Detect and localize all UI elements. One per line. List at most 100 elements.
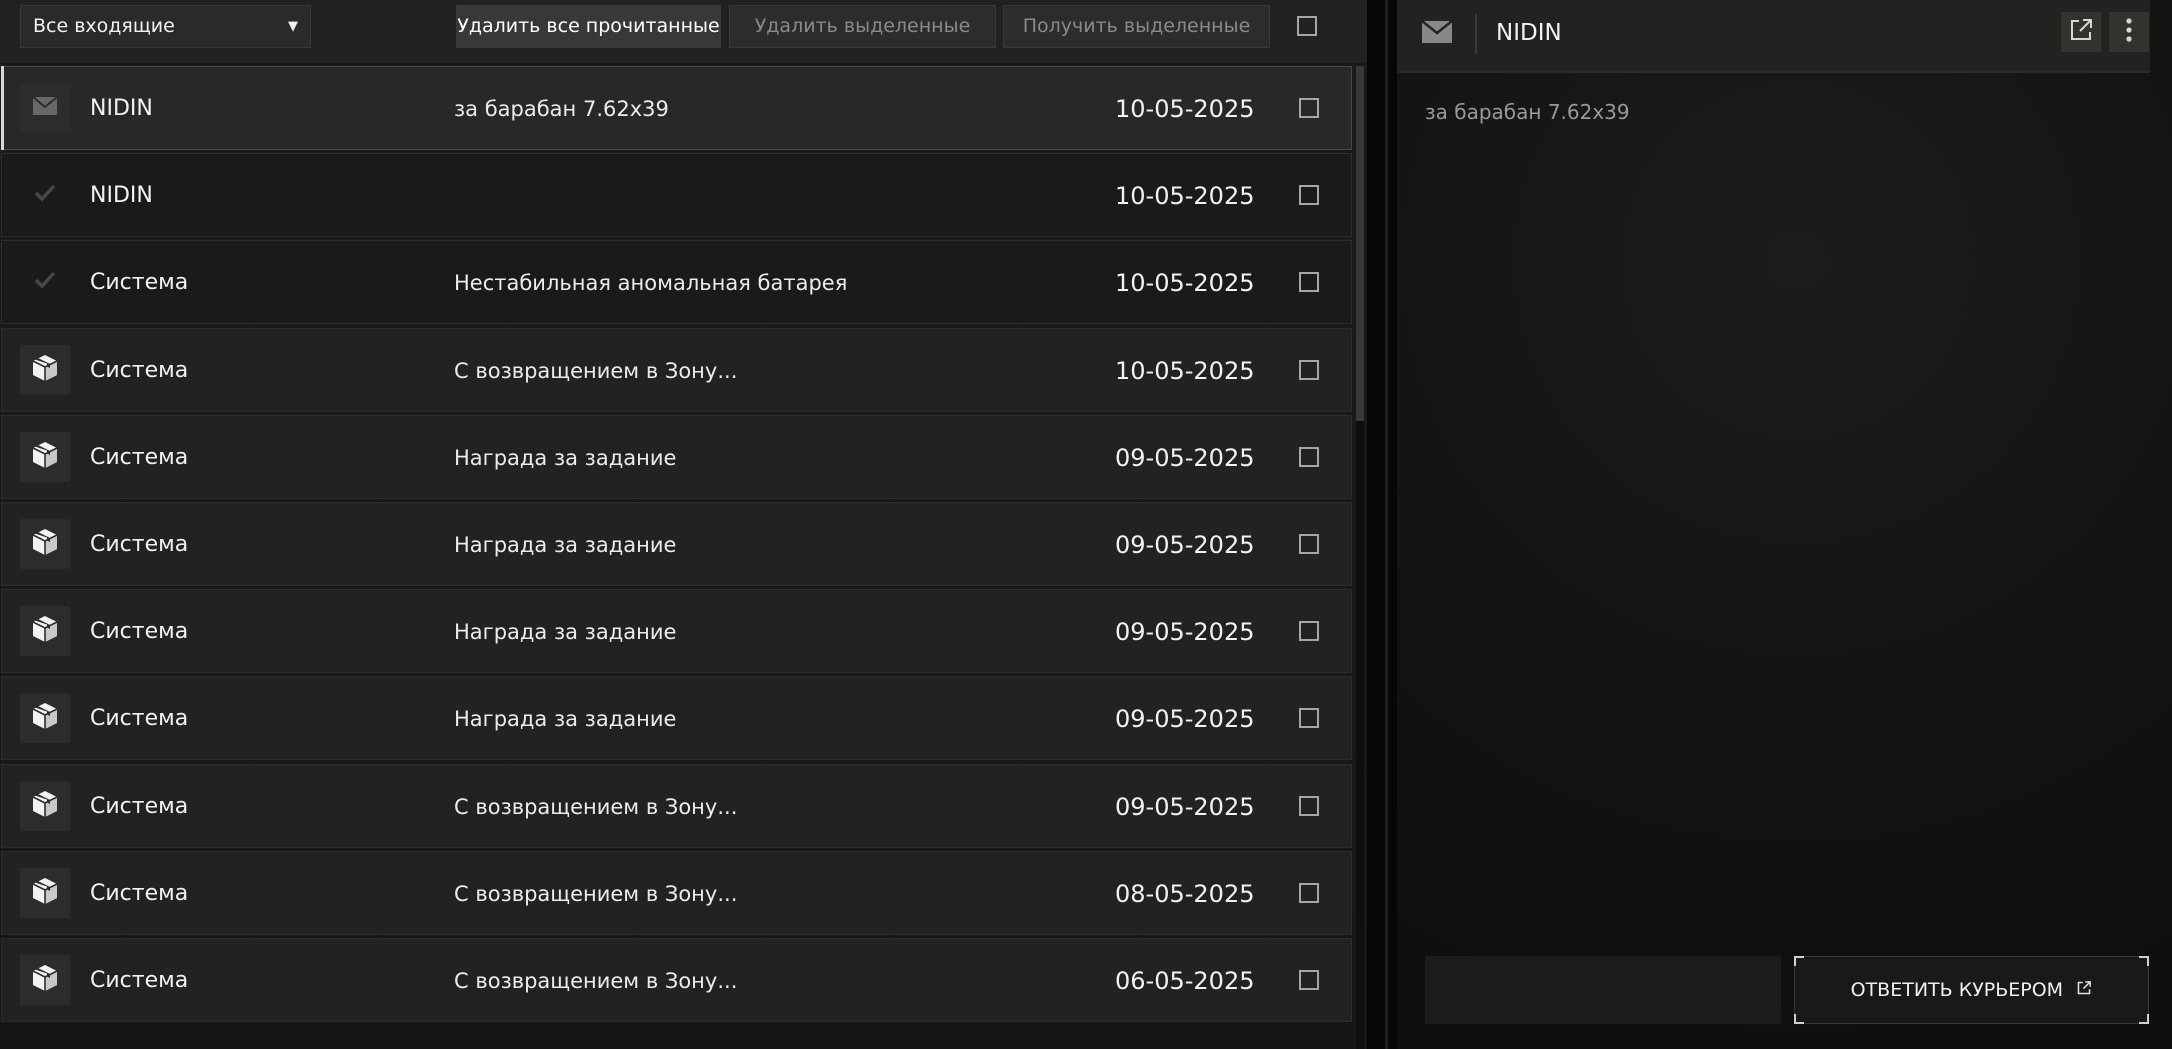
message-checkbox[interactable] — [1299, 796, 1319, 816]
panel-divider — [1367, 0, 1397, 1049]
message-date: 09-05-2025 — [1115, 531, 1255, 559]
message-subject: за барабан 7.62x39 — [454, 97, 669, 121]
message-row[interactable]: Система С возвращением в Зону... 08-05-202… — [1, 851, 1352, 935]
message-row[interactable]: Система С возвращением в Зону... 10-05-202… — [1, 328, 1352, 412]
row-icon-box — [20, 781, 70, 831]
message-row[interactable]: Система С возвращением в Зону... 09-05-202… — [1, 764, 1352, 848]
message-checkbox[interactable] — [1299, 447, 1319, 467]
envelope-icon — [32, 96, 58, 120]
message-row[interactable]: Система Награда за задание 09-05-2025 — [1, 589, 1352, 673]
open-external-button[interactable] — [2061, 12, 2101, 52]
reply-courier-button[interactable]: ОТВЕТИТЬ КУРЬЕРОМ — [1794, 956, 2149, 1024]
message-sender: NIDIN — [90, 96, 153, 121]
message-row[interactable]: Система Награда за задание 09-05-2025 — [1, 415, 1352, 499]
filter-dropdown[interactable]: Все входящие ▼ — [20, 5, 311, 48]
inbox-panel: Все входящие ▼ Удалить все прочитанные У… — [0, 0, 1367, 1049]
reader-sender: NIDIN — [1496, 20, 1562, 46]
message-subject: С возвращением в Зону... — [454, 795, 738, 819]
message-checkbox[interactable] — [1299, 272, 1319, 292]
row-icon-box — [20, 170, 70, 220]
message-checkbox[interactable] — [1299, 360, 1319, 380]
message-subject: Награда за задание — [454, 446, 677, 470]
message-sender: Система — [90, 532, 189, 557]
message-date: 10-05-2025 — [1115, 95, 1255, 123]
message-sender: Система — [90, 794, 189, 819]
package-icon — [30, 701, 60, 735]
message-date: 09-05-2025 — [1115, 444, 1255, 472]
message-body: за барабан 7.62x39 — [1425, 100, 1630, 124]
message-sender: Система — [90, 706, 189, 731]
delete-selected-button[interactable]: Удалить выделенные — [729, 5, 996, 48]
package-icon — [30, 527, 60, 561]
package-icon — [30, 789, 60, 823]
filter-dropdown-value: Все входящие — [33, 15, 175, 37]
message-row[interactable]: Система Награда за задание 09-05-2025 — [1, 676, 1352, 760]
message-checkbox[interactable] — [1299, 970, 1319, 990]
message-date: 10-05-2025 — [1115, 182, 1255, 210]
message-subject: Нестабильная аномальная батарея — [454, 271, 848, 295]
inbox-toolbar: Все входящие ▼ Удалить все прочитанные У… — [0, 0, 1367, 62]
list-scrollbar[interactable] — [1356, 66, 1364, 1049]
message-subject: С возвращением в Зону... — [454, 969, 738, 993]
receive-selected-button[interactable]: Получить выделенные — [1003, 5, 1270, 48]
reader-header: NIDIN — [1397, 0, 2150, 73]
row-icon-box — [20, 519, 70, 569]
row-icon-box — [20, 432, 70, 482]
row-icon-box — [20, 868, 70, 918]
message-subject: С возвращением в Зону... — [454, 359, 738, 383]
message-date: 08-05-2025 — [1115, 880, 1255, 908]
message-checkbox[interactable] — [1299, 534, 1319, 554]
message-date: 10-05-2025 — [1115, 269, 1255, 297]
row-icon-box — [20, 955, 70, 1005]
package-icon — [30, 440, 60, 474]
package-icon — [30, 353, 60, 387]
message-subject: Награда за задание — [454, 620, 677, 644]
package-icon — [30, 876, 60, 910]
list-scrollbar-thumb[interactable] — [1356, 66, 1364, 421]
message-date: 06-05-2025 — [1115, 967, 1255, 995]
package-icon — [30, 614, 60, 648]
select-all-checkbox[interactable] — [1297, 16, 1317, 36]
panel-divider-line — [1385, 0, 1388, 1049]
row-icon-box — [20, 83, 70, 133]
message-row[interactable]: NIDIN за барабан 7.62x39 10-05-2025 — [1, 66, 1352, 150]
message-row[interactable]: Система Награда за задание 09-05-2025 — [1, 502, 1352, 586]
reply-courier-label: ОТВЕТИТЬ КУРЬЕРОМ — [1850, 979, 2064, 1001]
message-row[interactable]: NIDIN 10-05-2025 — [1, 153, 1352, 237]
message-sender: Система — [90, 619, 189, 644]
row-icon-box — [20, 257, 70, 307]
message-checkbox[interactable] — [1299, 185, 1319, 205]
message-checkbox[interactable] — [1299, 98, 1319, 118]
row-icon-box — [20, 606, 70, 656]
message-sender: NIDIN — [90, 183, 153, 208]
envelope-icon — [1421, 20, 1453, 48]
delete-all-read-button[interactable]: Удалить все прочитанные — [456, 5, 721, 48]
message-checkbox[interactable] — [1299, 708, 1319, 728]
message-subject: С возвращением в Зону... — [454, 882, 738, 906]
reply-input[interactable] — [1425, 956, 1781, 1024]
message-list: NIDIN за барабан 7.62x39 10-05-2025 NIDIN 10… — [0, 66, 1353, 1049]
message-checkbox[interactable] — [1299, 621, 1319, 641]
row-icon-box — [20, 693, 70, 743]
check-icon — [33, 183, 57, 207]
message-sender: Система — [90, 881, 189, 906]
message-sender: Система — [90, 358, 189, 383]
more-vertical-icon — [2125, 17, 2133, 47]
message-reader: NIDIN за барабан 7.62x39 ОТВЕТИТЬ КУРЬЕР… — [1397, 0, 2172, 1049]
message-date: 09-05-2025 — [1115, 705, 1255, 733]
message-date: 10-05-2025 — [1115, 357, 1255, 385]
message-row[interactable]: Система Нестабильная аномальная батарея 10… — [1, 240, 1352, 324]
external-link-icon — [2068, 17, 2094, 47]
message-checkbox[interactable] — [1299, 883, 1319, 903]
package-icon — [30, 963, 60, 997]
message-row[interactable]: Система С возвращением в Зону... 06-05-202… — [1, 938, 1352, 1022]
message-subject: Награда за задание — [454, 707, 677, 731]
message-date: 09-05-2025 — [1115, 618, 1255, 646]
message-sender: Система — [90, 445, 189, 470]
message-sender: Система — [90, 968, 189, 993]
message-date: 09-05-2025 — [1115, 793, 1255, 821]
more-options-button[interactable] — [2109, 12, 2149, 52]
external-link-icon — [2076, 958, 2092, 1024]
caret-down-icon: ▼ — [288, 19, 298, 34]
row-icon-box — [20, 345, 70, 395]
